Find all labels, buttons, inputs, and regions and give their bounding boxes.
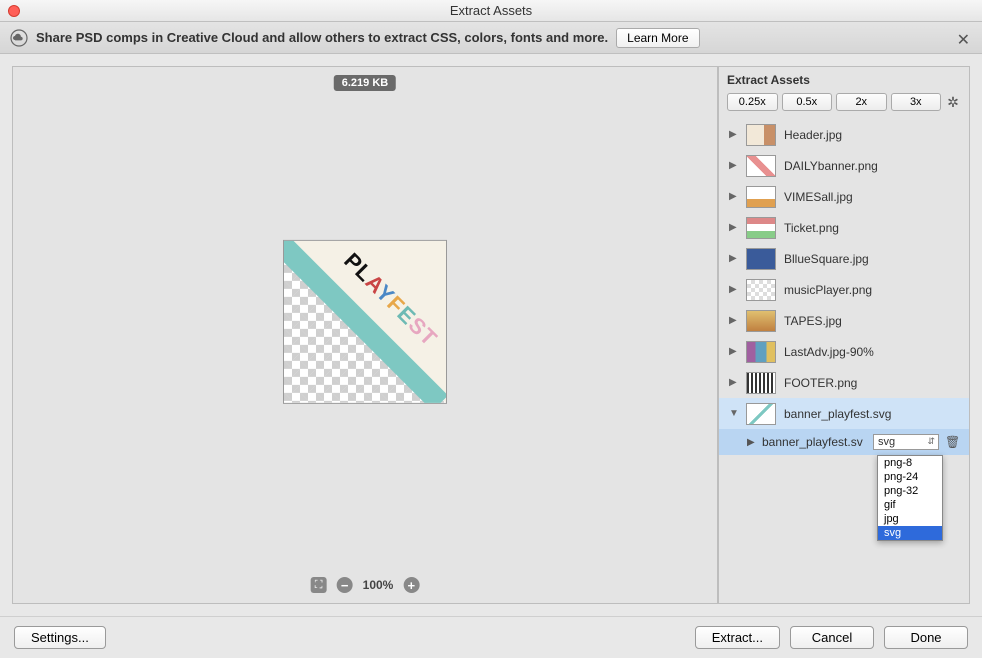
cancel-button[interactable]: Cancel (790, 626, 874, 649)
zoom-in-button[interactable]: + (403, 577, 419, 593)
expand-icon[interactable]: ▶ (729, 222, 738, 233)
asset-item-lastadv[interactable]: ▶ LastAdv.jpg-90% (719, 336, 969, 367)
asset-thumb (746, 186, 776, 208)
file-size-badge: 6.219 KB (334, 75, 396, 91)
assets-sidebar: Extract Assets 0.25x 0.5x 2x 3x ✲ ▶ Head… (718, 66, 970, 604)
learn-more-button[interactable]: Learn More (616, 28, 699, 48)
asset-name: LastAdv.jpg-90% (784, 345, 874, 359)
main-content: 6.219 KB PLAYFEST ⛶ − 100% + Extract Ass… (0, 54, 982, 616)
close-window-button[interactable] (8, 5, 20, 17)
asset-item-musicplayer[interactable]: ▶ musicPlayer.png (719, 274, 969, 305)
expand-icon[interactable]: ▶ (729, 377, 738, 388)
banner-message: Share PSD comps in Creative Cloud and al… (36, 30, 608, 45)
creative-cloud-icon (10, 29, 28, 47)
dialog-footer: Settings... Extract... Cancel Done (0, 616, 982, 658)
asset-thumb (746, 155, 776, 177)
sidebar-header: Extract Assets 0.25x 0.5x 2x 3x ✲ (719, 67, 969, 119)
asset-item-header[interactable]: ▶ Header.jpg (719, 119, 969, 150)
format-dropdown[interactable]: png-8 png-24 png-32 gif jpg svg (877, 455, 943, 541)
asset-name: banner_playfest.svg (784, 407, 891, 421)
zoom-level: 100% (363, 578, 394, 592)
format-option-svg[interactable]: svg (878, 526, 942, 540)
settings-button[interactable]: Settings... (14, 626, 106, 649)
zoom-out-button[interactable]: − (337, 577, 353, 593)
asset-name: Ticket.png (784, 221, 839, 235)
asset-thumb (746, 124, 776, 146)
format-option-jpg[interactable]: jpg (878, 512, 942, 526)
sub-asset-row[interactable]: ▶ banner_playfest.sv svg 🗑 (719, 429, 969, 455)
asset-thumb (746, 310, 776, 332)
asset-thumb (746, 279, 776, 301)
expand-icon[interactable]: ▶ (729, 160, 738, 171)
expand-icon[interactable]: ▶ (729, 315, 738, 326)
banner-close-icon[interactable]: ✕ (957, 30, 970, 50)
asset-thumb (746, 341, 776, 363)
scale-025x-button[interactable]: 0.25x (727, 93, 778, 111)
sub-asset-name: banner_playfest.sv (762, 435, 867, 449)
asset-name: TAPES.jpg (784, 314, 842, 328)
asset-list: ▶ Header.jpg ▶ DAILYbanner.png ▶ VIMESal… (719, 119, 969, 603)
done-button[interactable]: Done (884, 626, 968, 649)
asset-name: VIMESall.jpg (784, 190, 853, 204)
asset-name: Header.jpg (784, 128, 842, 142)
format-option-gif[interactable]: gif (878, 498, 942, 512)
asset-name: DAILYbanner.png (784, 159, 878, 173)
asset-preview: PLAYFEST (283, 240, 447, 404)
collapse-icon[interactable]: ▼ (729, 408, 738, 419)
scale-2x-button[interactable]: 2x (836, 93, 887, 111)
format-select[interactable]: svg (873, 434, 939, 450)
expand-icon[interactable]: ▶ (729, 253, 738, 264)
extract-button[interactable]: Extract... (695, 626, 780, 649)
window-titlebar: Extract Assets (0, 0, 982, 22)
asset-item-tapes[interactable]: ▶ TAPES.jpg (719, 305, 969, 336)
asset-name: BllueSquare.jpg (784, 252, 869, 266)
asset-item-vimesall[interactable]: ▶ VIMESall.jpg (719, 181, 969, 212)
asset-item-footer[interactable]: ▶ FOOTER.png (719, 367, 969, 398)
expand-icon[interactable]: ▶ (729, 129, 738, 140)
settings-gear-icon[interactable]: ✲ (945, 94, 961, 110)
asset-item-dailybanner[interactable]: ▶ DAILYbanner.png (719, 150, 969, 181)
asset-name: FOOTER.png (784, 376, 857, 390)
asset-thumb (746, 217, 776, 239)
traffic-lights (8, 5, 20, 17)
preview-panel: 6.219 KB PLAYFEST ⛶ − 100% + (12, 66, 718, 604)
asset-name: musicPlayer.png (784, 283, 872, 297)
info-banner: Share PSD comps in Creative Cloud and al… (0, 22, 982, 54)
fit-screen-icon[interactable]: ⛶ (311, 577, 327, 593)
window-title: Extract Assets (450, 3, 532, 18)
asset-item-bluesquare[interactable]: ▶ BllueSquare.jpg (719, 243, 969, 274)
asset-item-ticket[interactable]: ▶ Ticket.png (719, 212, 969, 243)
scale-buttons-row: 0.25x 0.5x 2x 3x ✲ (727, 93, 961, 111)
format-option-png32[interactable]: png-32 (878, 484, 942, 498)
expand-icon[interactable]: ▶ (729, 284, 738, 295)
scale-05x-button[interactable]: 0.5x (782, 93, 833, 111)
zoom-controls: ⛶ − 100% + (311, 577, 420, 593)
scale-3x-button[interactable]: 3x (891, 93, 942, 111)
expand-icon[interactable]: ▶ (729, 191, 738, 202)
sidebar-title: Extract Assets (727, 73, 961, 87)
delete-icon[interactable]: 🗑 (945, 435, 959, 449)
asset-thumb (746, 248, 776, 270)
expand-icon[interactable]: ▶ (729, 346, 738, 357)
format-option-png8[interactable]: png-8 (878, 456, 942, 470)
expand-icon[interactable]: ▶ (747, 437, 756, 448)
asset-thumb (746, 403, 776, 425)
asset-item-banner-playfest[interactable]: ▼ banner_playfest.svg (719, 398, 969, 429)
asset-thumb (746, 372, 776, 394)
format-option-png24[interactable]: png-24 (878, 470, 942, 484)
